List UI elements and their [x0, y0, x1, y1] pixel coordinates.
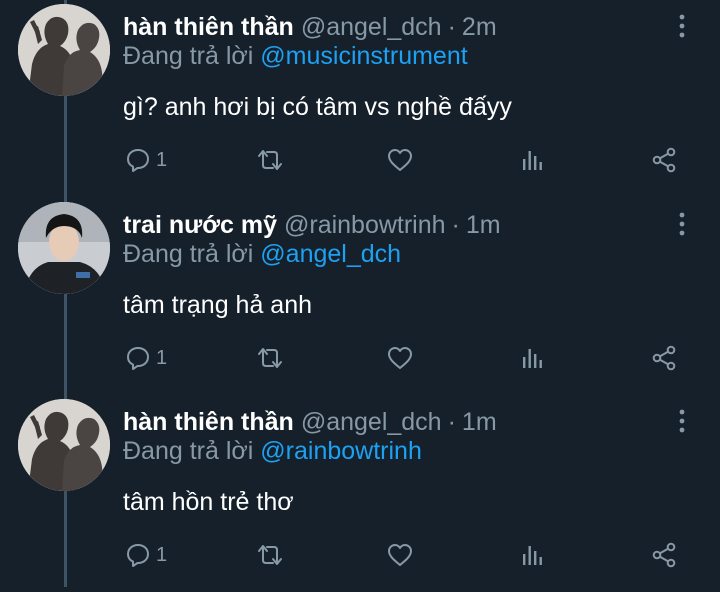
analytics-icon	[523, 349, 542, 368]
reply-button[interactable]: 1	[125, 340, 167, 376]
retweet-icon	[258, 545, 282, 565]
tweet-text: gì? anh hơi bị có tâm vs nghề đấyy	[123, 93, 512, 121]
separator-dot: ·	[451, 210, 460, 239]
mention-link[interactable]: @musicinstrument	[260, 42, 467, 70]
shadow-selfie-avatar-image	[18, 399, 110, 491]
retweet-button[interactable]	[255, 142, 285, 178]
user-handle[interactable]: @rainbowtrinh	[284, 211, 446, 240]
reply-count: 1	[156, 543, 168, 566]
tweet-text: tâm hồn trẻ thơ	[123, 488, 294, 516]
display-name[interactable]: hàn thiên thần	[123, 408, 294, 437]
tweet[interactable]: hàn thiên thần @angel_dch · 1m Đang trả …	[0, 395, 720, 592]
more-options-button[interactable]	[672, 407, 692, 437]
timestamp[interactable]: 1m	[462, 408, 497, 437]
heart-icon	[388, 347, 412, 369]
replying-to: Đang trả lời @angel_dch	[123, 240, 401, 269]
share-button[interactable]	[651, 340, 677, 376]
share-button[interactable]	[651, 142, 677, 178]
user-handle[interactable]: @angel_dch	[301, 408, 442, 437]
person-photo-avatar-image	[18, 202, 110, 294]
action-bar: 1	[0, 537, 720, 573]
share-icon	[652, 345, 676, 371]
display-name[interactable]: hàn thiên thần	[123, 13, 294, 42]
action-bar: 1	[0, 340, 720, 376]
replying-to-label: Đang trả lời	[123, 437, 254, 465]
reply-button[interactable]: 1	[125, 537, 167, 573]
timestamp[interactable]: 1m	[466, 211, 501, 240]
heart-icon	[388, 149, 412, 171]
retweet-button[interactable]	[255, 340, 285, 376]
separator-dot: ·	[447, 12, 456, 41]
display-name[interactable]: trai nước mỹ	[123, 211, 277, 240]
more-vertical-icon	[679, 14, 685, 38]
tweet[interactable]: trai nước mỹ @rainbowtrinh · 1m Đang trả…	[0, 198, 720, 395]
timestamp[interactable]: 2m	[462, 13, 497, 42]
avatar[interactable]	[18, 399, 110, 491]
retweet-icon	[258, 348, 282, 368]
like-button[interactable]	[386, 340, 414, 376]
avatar[interactable]	[18, 4, 110, 96]
mention-link[interactable]: @rainbowtrinh	[260, 437, 422, 465]
analytics-button[interactable]	[520, 142, 544, 178]
tweet-header: trai nước mỹ @rainbowtrinh · 1m	[123, 208, 501, 242]
replying-to-label: Đang trả lời	[123, 42, 254, 70]
analytics-button[interactable]	[520, 340, 544, 376]
analytics-button[interactable]	[520, 537, 544, 573]
retweet-button[interactable]	[255, 537, 285, 573]
more-options-button[interactable]	[672, 12, 692, 42]
comment-icon	[127, 149, 149, 172]
more-vertical-icon	[679, 409, 685, 433]
tweet-text: tâm trạng hả anh	[123, 291, 313, 319]
reply-count: 1	[156, 148, 168, 171]
replying-to: Đang trả lời @musicinstrument	[123, 42, 468, 71]
like-button[interactable]	[386, 142, 414, 178]
reply-count: 1	[156, 346, 168, 369]
analytics-icon	[523, 546, 542, 565]
comment-icon	[127, 544, 149, 567]
avatar[interactable]	[18, 202, 110, 294]
more-options-button[interactable]	[672, 210, 692, 240]
replying-to-label: Đang trả lời	[123, 240, 254, 268]
like-button[interactable]	[386, 537, 414, 573]
heart-icon	[388, 544, 412, 566]
share-button[interactable]	[651, 537, 677, 573]
mention-link[interactable]: @angel_dch	[260, 240, 401, 268]
tweet-header: hàn thiên thần @angel_dch · 2m	[123, 10, 497, 44]
retweet-icon	[258, 150, 282, 170]
analytics-icon	[523, 151, 542, 170]
share-icon	[652, 542, 676, 568]
replying-to: Đang trả lời @rainbowtrinh	[123, 437, 422, 466]
more-vertical-icon	[679, 212, 685, 236]
separator-dot: ·	[447, 407, 456, 436]
shadow-selfie-avatar-image	[18, 4, 110, 96]
comment-icon	[127, 347, 149, 370]
share-icon	[652, 147, 676, 173]
reply-button[interactable]: 1	[125, 142, 167, 178]
tweet[interactable]: hàn thiên thần @angel_dch · 2m Đang trả …	[0, 0, 720, 197]
tweet-header: hàn thiên thần @angel_dch · 1m	[123, 405, 497, 439]
action-bar: 1	[0, 142, 720, 178]
user-handle[interactable]: @angel_dch	[301, 13, 442, 42]
